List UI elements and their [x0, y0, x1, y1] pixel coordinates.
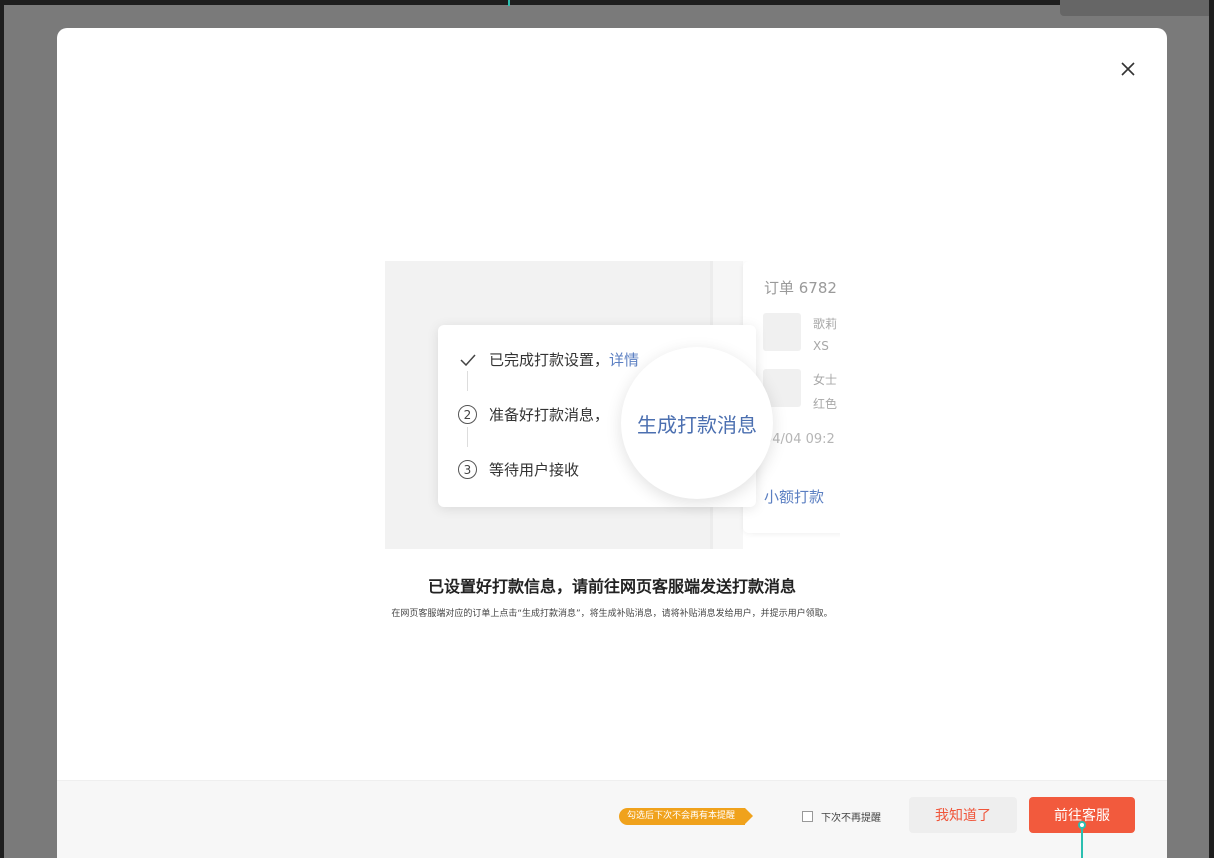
top-bar-marker: [508, 0, 510, 6]
order-item-spec: 红色: [813, 397, 838, 411]
check-icon: [458, 353, 477, 366]
top-right-tab: [1060, 0, 1210, 16]
order-item-spec: XS: [813, 339, 829, 353]
close-button[interactable]: [1117, 58, 1139, 80]
modal-title: 已设置好打款信息，请前往网页客服端发送打款消息: [427, 577, 796, 596]
order-item-name: 女士: [813, 373, 838, 387]
step-number: 2: [458, 405, 477, 424]
step-3: 3 等待用户接收: [458, 459, 579, 480]
step-number: 3: [458, 460, 477, 479]
order-title: 订单 6782: [764, 279, 837, 297]
modal-description: 在网页客服端对应的订单上点击“生成打款消息”，将生成补贴消息，请将补贴消息发给用…: [391, 609, 833, 619]
pointer-line: [1081, 828, 1083, 858]
window-top-bar: [0, 0, 1214, 5]
magnifier-highlight: 生成打款消息: [621, 347, 773, 499]
step-2: 2 准备好打款消息，: [458, 404, 609, 425]
tip-badge: 勾选后下次不会再有本提醒: [619, 808, 754, 825]
left-edge: [0, 0, 4, 858]
dont-remind-checkbox[interactable]: [802, 811, 813, 822]
order-time: 04/04 09:2: [764, 432, 835, 447]
right-edge: [1209, 0, 1214, 858]
step-text: 准备好打款消息，: [489, 406, 610, 424]
got-it-button[interactable]: 我知道了: [909, 797, 1017, 833]
step-1: 已完成打款设置， 详情: [458, 349, 639, 370]
step-text: 已完成打款设置，: [489, 351, 610, 369]
order-item-name: 歌莉: [813, 317, 838, 331]
guide-illustration: 订单 6782 歌莉 XS 女士 红色 04/04 09:2 小额打款 已完成打…: [385, 261, 840, 549]
order-item-thumbnail: [763, 313, 801, 351]
dont-remind-label[interactable]: 下次不再提醒: [821, 809, 881, 824]
generate-payment-message-highlight: 生成打款消息: [637, 412, 757, 437]
modal-footer: 勾选后下次不会再有本提醒 下次不再提醒 我知道了 前往客服: [57, 780, 1167, 858]
close-icon: [1121, 62, 1135, 76]
step-connector: [467, 371, 468, 391]
step-detail-link: 详情: [609, 351, 640, 369]
small-payment-link: 小额打款: [764, 488, 825, 506]
step-text: 等待用户接收: [489, 461, 580, 479]
payment-guide-modal: 订单 6782 歌莉 XS 女士 红色 04/04 09:2 小额打款 已完成打…: [57, 28, 1167, 858]
step-connector: [467, 427, 468, 447]
